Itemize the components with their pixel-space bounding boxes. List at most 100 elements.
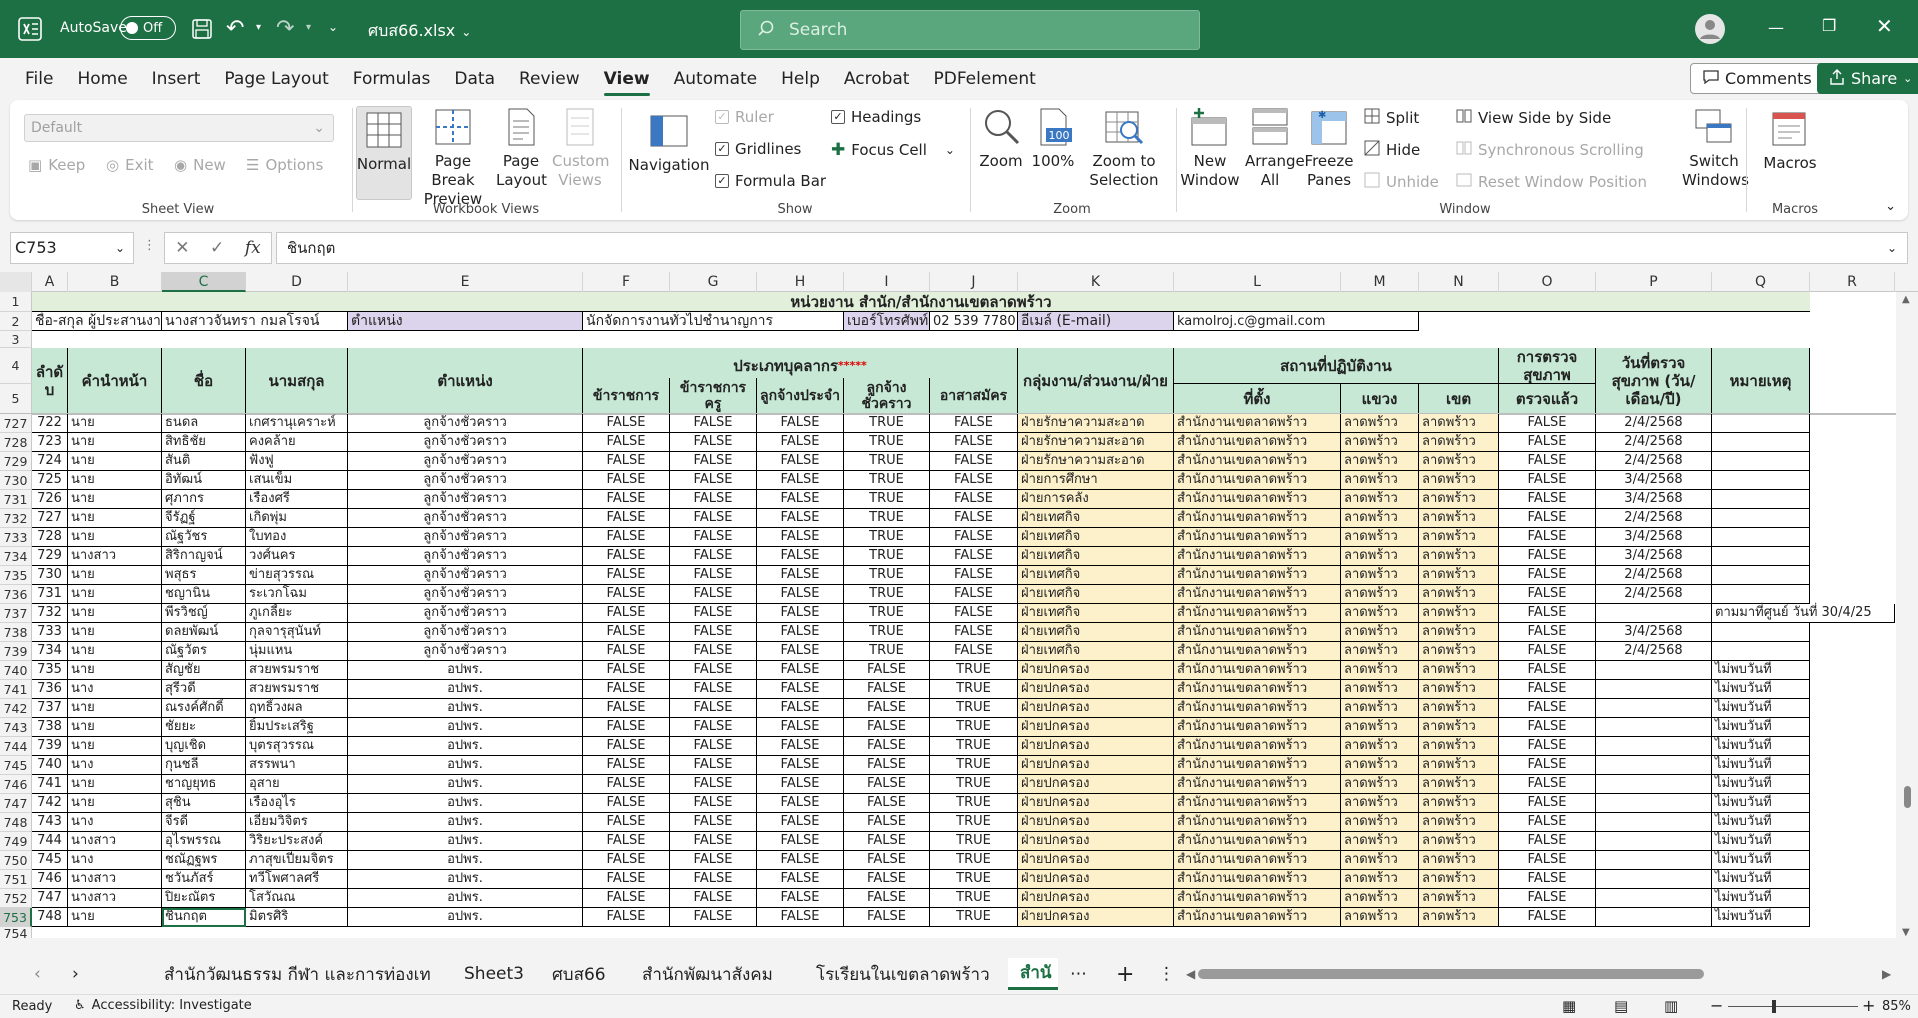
cell-d[interactable]: นุ่มแหน [246,642,348,661]
cell-j[interactable]: TRUE [930,889,1018,908]
cell-m[interactable]: ลาดพร้าว [1341,908,1419,927]
cell-c[interactable]: ชวันภัสร์ [162,870,246,889]
cell-g[interactable]: FALSE [670,718,757,737]
select-all-corner[interactable] [0,272,32,292]
cell-j[interactable]: TRUE [930,756,1018,775]
cell-k[interactable]: ฝ่ายเทศกิจ [1018,585,1174,604]
header-subdistrict[interactable]: แขวง [1341,384,1419,414]
cell-j[interactable]: TRUE [930,661,1018,680]
more-options-icon[interactable]: ⋮ [143,238,156,253]
cell-a[interactable]: 746 [32,870,68,889]
cell-i[interactable]: TRUE [844,414,930,433]
cell-h[interactable]: FALSE [757,813,844,832]
cell-d[interactable]: บุตรสุวรรณ [246,737,348,756]
cell-j[interactable]: FALSE [930,528,1018,547]
row-header[interactable]: 752 [0,889,32,908]
cell-m[interactable]: ลาดพร้าว [1341,851,1419,870]
row-header[interactable]: 742 [0,699,32,718]
row-header[interactable]: 3 [0,331,32,348]
header-i[interactable]: ลูกจ้างชั่วคราว [844,378,930,414]
cell-o[interactable]: FALSE [1499,870,1596,889]
cell-m[interactable]: ลาดพร้าว [1341,661,1419,680]
cell-j[interactable]: FALSE [930,490,1018,509]
sheet-view-dropdown[interactable]: Default ⌄ [24,114,334,142]
tab-pdfelement[interactable]: PDFelement [921,58,1047,100]
cell-c[interactable]: บุญเชิด [162,737,246,756]
cell-g[interactable]: FALSE [670,585,757,604]
cell-p[interactable] [1596,737,1712,756]
cell-i[interactable]: FALSE [844,813,930,832]
cell-q[interactable]: ไม่พบวันที่ [1712,794,1810,813]
focus-cell-button[interactable]: ✚ Focus Cell ⌄ [831,140,955,160]
cell-e[interactable]: ลูกจ้างชั่วคราว [348,471,583,490]
row-header[interactable]: 746 [0,775,32,794]
cell-a[interactable]: 736 [32,680,68,699]
cell-f[interactable]: FALSE [583,680,670,699]
cell-h[interactable]: FALSE [757,547,844,566]
cell-j[interactable]: TRUE [930,680,1018,699]
cell-d[interactable]: ใบทอง [246,528,348,547]
cell-l[interactable]: สำนักงานเขตลาดพร้าว [1174,775,1341,794]
row-header[interactable]: 739 [0,642,32,661]
cell-g[interactable]: FALSE [670,832,757,851]
cell-o[interactable]: FALSE [1499,737,1596,756]
cell-i[interactable]: FALSE [844,661,930,680]
cell-b[interactable]: นาง [68,680,162,699]
cell-d[interactable]: คงคล้าย [246,433,348,452]
cell-j[interactable]: TRUE [930,794,1018,813]
cell-j[interactable]: TRUE [930,699,1018,718]
cell-d[interactable]: กุลจารุสุนันท์ [246,623,348,642]
cell-k[interactable]: ฝ่ายปกครอง [1018,718,1174,737]
cell-b[interactable]: นาย [68,775,162,794]
comments-button[interactable]: Comments [1690,63,1825,94]
cell-l[interactable]: สำนักงานเขตลาดพร้าว [1174,870,1341,889]
row-header[interactable]: 730 [0,471,32,490]
cell-c[interactable]: พีรวิชญ์ [162,604,246,623]
cell-f[interactable]: FALSE [583,528,670,547]
cell-h[interactable]: FALSE [757,414,844,433]
cell-p[interactable] [1596,870,1712,889]
cell-f[interactable]: FALSE [583,851,670,870]
cell-a[interactable]: 734 [32,642,68,661]
cell-q[interactable] [1712,414,1810,433]
cell-p[interactable]: 2/4/2568 [1596,566,1712,585]
zoom-out-icon[interactable]: − [1710,996,1723,1015]
cell-o[interactable]: FALSE [1499,680,1596,699]
cell-h[interactable]: FALSE [757,889,844,908]
share-button[interactable]: Share ⌄ [1817,63,1918,94]
tab-review[interactable]: Review [507,58,592,100]
header-location[interactable]: ที่ตั้ง [1174,384,1341,414]
cell-k[interactable]: ฝ่ายปกครอง [1018,870,1174,889]
cell-j[interactable]: FALSE [930,604,1018,623]
headings-checkbox[interactable]: ✓ Headings [831,108,921,126]
cell-g[interactable]: FALSE [670,870,757,889]
cell-k[interactable]: ฝ่ายปกครอง [1018,813,1174,832]
cell-h[interactable]: FALSE [757,623,844,642]
cell-o[interactable]: FALSE [1499,623,1596,642]
cell-q[interactable]: ไม่พบวันที่ [1712,851,1810,870]
cell-e[interactable]: ลูกจ้างชั่วคราว [348,566,583,585]
cell-i[interactable]: FALSE [844,851,930,870]
accessibility-status[interactable]: ♿ Accessibility: Investigate [74,998,252,1013]
cell-o[interactable]: FALSE [1499,452,1596,471]
cell-b[interactable]: นาย [68,471,162,490]
name-box[interactable]: C753 ⌄ [10,232,134,264]
cell-p[interactable]: 2/4/2568 [1596,433,1712,452]
cell-m[interactable]: ลาดพร้าว [1341,471,1419,490]
cell-i[interactable]: TRUE [844,490,930,509]
phone-label[interactable]: เบอร์โทรศัพท์ [844,312,930,331]
cell-l[interactable]: สำนักงานเขตลาดพร้าว [1174,680,1341,699]
cell-d[interactable]: ฟังฟู [246,452,348,471]
cell-l[interactable]: สำนักงานเขตลาดพร้าว [1174,490,1341,509]
cell-n[interactable]: ลาดพร้าว [1419,433,1499,452]
cell-l[interactable]: สำนักงานเขตลาดพร้าว [1174,642,1341,661]
cell-l[interactable]: สำนักงานเขตลาดพร้าว [1174,604,1341,623]
cell-f[interactable]: FALSE [583,737,670,756]
cell-b[interactable]: นาย [68,718,162,737]
cell-i[interactable]: TRUE [844,642,930,661]
cell-c[interactable]: ชญานิน [162,585,246,604]
cell-f[interactable]: FALSE [583,870,670,889]
row-header[interactable]: 731 [0,490,32,509]
cell-q[interactable] [1712,528,1810,547]
cell-i[interactable]: FALSE [844,870,930,889]
